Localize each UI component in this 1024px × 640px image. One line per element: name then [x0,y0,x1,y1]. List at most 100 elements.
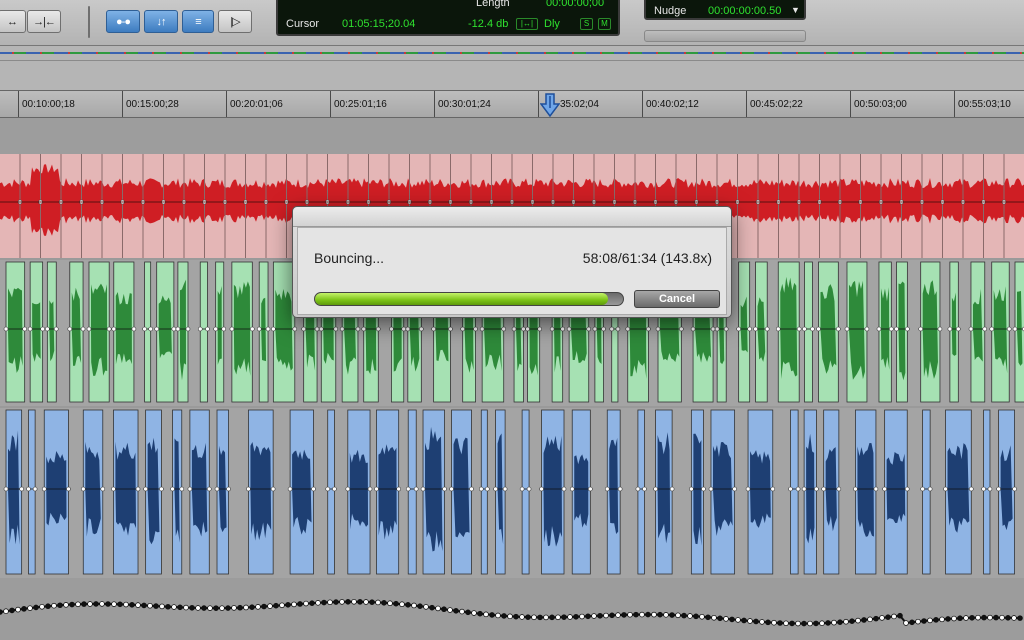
clip-handle [339,326,345,332]
clip-handle [745,486,751,492]
automation-breakpoint [33,604,39,611]
timecode-ruler[interactable]: 00:10:00;18 00:15:00;28 00:20:01;06 00:2… [0,90,1024,118]
automation-breakpoint [1011,615,1017,621]
clip-handle [689,486,694,492]
automation-breakpoint [993,614,999,621]
clip-handle [836,326,841,332]
dialog-titlebar[interactable] [293,207,731,227]
automation-breakpoint [909,619,915,626]
automation-breakpoint [939,616,945,623]
automation-lane[interactable] [0,578,1024,640]
clip-handle [617,486,623,492]
audio-track-blue[interactable] [0,408,1024,578]
automation-breakpoint [687,613,693,619]
automation-breakpoint [681,612,687,619]
grid-display[interactable] [644,30,806,42]
clip-handle [53,326,59,332]
clip-handle [67,326,73,332]
clip-handle [355,326,361,332]
link-timeline-button[interactable]: ●-● [106,10,140,33]
tab-to-transient-button[interactable]: →|← [27,10,61,33]
automation-breakpoint [771,619,777,626]
link-track-button[interactable]: ↓↑ [144,10,178,33]
automation-breakpoint [555,614,561,621]
mirror-midi-button[interactable]: ≡ [182,10,214,33]
clip-handle [690,326,696,332]
automation-breakpoint [867,616,873,623]
automation-breakpoint [141,602,147,609]
automation-breakpoint [903,620,909,626]
clip-handle [431,326,436,332]
clip-handle [795,486,801,492]
automation-breakpoint [645,611,651,618]
clip-waveform [46,450,67,526]
automation-breakpoint [537,614,543,621]
automation-breakpoint [735,617,741,623]
clip-handle [586,326,592,332]
cursor-label: Cursor [286,18,320,30]
clip-handle [270,486,276,492]
automation-breakpoint [831,619,837,626]
clip-handle [539,486,544,492]
bounce-progress-dialog: Bouncing... 58:08/61:34 (143.8x) Cancel [292,206,732,318]
clip-handle [292,326,298,332]
automation-breakpoint [987,614,993,621]
automation-breakpoint [663,612,669,618]
clip-handle [561,486,567,492]
automation-breakpoint [117,601,123,608]
nudge-value[interactable]: 00:00:00:00.50 [708,5,781,17]
audio-clip [480,409,488,575]
clip-handle [814,486,819,492]
clip-handle [736,326,741,332]
clip-handle [389,326,394,332]
clip-handle [635,486,641,492]
clip-handle [442,486,447,492]
dialog-body: Bouncing... 58:08/61:34 (143.8x) Cancel [297,227,727,315]
insertion-follows-playback-button[interactable]: |▷ [218,10,252,33]
automation-breakpoint [453,607,459,614]
chevron-down-icon[interactable]: ▼ [791,5,800,15]
automation-breakpoint [801,620,807,627]
automation-breakpoint [405,602,411,608]
clip-handle [714,326,720,332]
clip-handle [420,486,426,492]
clip-handle [143,486,148,492]
waveform-toggle-icon[interactable]: |↔| [516,18,538,30]
automation-breakpoint [999,614,1005,621]
clip-handle [788,486,793,492]
automation-breakpoint [729,616,735,623]
ruler-tick [746,91,747,117]
mute-button[interactable]: M [598,18,611,30]
pro-tools-edit-window: ↔ →|← ●-● ↓↑ ≡ |▷ Length 00:00:00;00 Cur… [0,0,1024,640]
automation-breakpoint [381,599,387,606]
automation-breakpoint [231,605,237,611]
automation-breakpoint [171,604,177,610]
clip-handle [537,326,542,332]
ruler-label: 00:20:01;06 [230,99,283,110]
clip-handle [642,486,647,492]
clip-handle [401,326,407,332]
automation-breakpoint [153,603,159,609]
automation-breakpoint [357,599,363,605]
solo-button[interactable]: S [580,18,593,30]
clip-handle [592,326,598,332]
clip-handle [526,486,532,492]
audio-clip [144,261,152,403]
automation-breakpoint [417,603,423,609]
cancel-button[interactable]: Cancel [634,290,720,308]
automation-breakpoint [219,605,225,611]
clip-handle [197,326,203,332]
automation-breakpoint [519,614,525,620]
clip-handle [374,486,379,492]
automation-breakpoint [957,615,963,622]
zoom-toggle-button[interactable]: ↔ [0,10,26,33]
playhead-arrow-icon[interactable] [540,93,560,117]
automation-breakpoint [597,612,603,619]
clip-handle [747,326,752,332]
delay-label[interactable]: Dly [544,18,560,30]
clip-handle [32,486,38,492]
main-counter-display: Length 00:00:00;00 Cursor 01:05:15;20.04… [276,0,620,36]
clip-handle [876,326,882,332]
automation-breakpoint [579,613,585,620]
automation-breakpoint [855,617,861,624]
